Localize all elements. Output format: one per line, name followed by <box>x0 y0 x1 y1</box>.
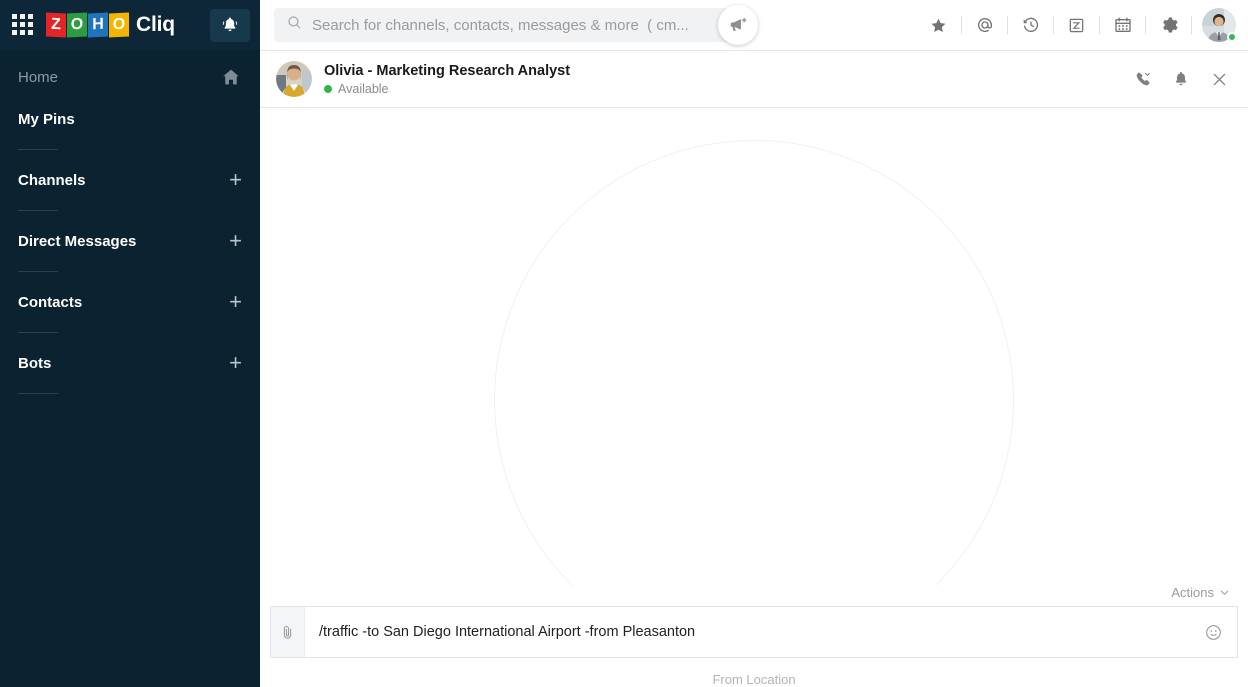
sidebar-item-home[interactable]: Home <box>0 56 260 98</box>
from-location-hint: From Location <box>712 672 796 687</box>
message-list <box>260 108 1248 585</box>
cliq-app-window: Z O H O Cliq Home My Pins Channels + Dir… <box>0 0 1248 687</box>
chat-header: Olivia - Marketing Research Analyst Avai… <box>260 50 1248 108</box>
sidebar-item-label: Home <box>18 68 59 86</box>
sidebar-item-label: Channels <box>18 171 86 189</box>
history-icon <box>1023 17 1038 32</box>
close-icon <box>1213 73 1225 85</box>
logo-tile-h: H <box>88 12 108 38</box>
app-name-label: Cliq <box>136 13 175 36</box>
megaphone-add-icon <box>730 17 747 31</box>
home-icon <box>223 69 239 85</box>
star-icon-button[interactable] <box>916 5 961 45</box>
sidebar-item-direct-messages[interactable]: Direct Messages + <box>0 220 260 262</box>
sidebar-item-label: My Pins <box>18 110 75 128</box>
contact-name: Olivia - Marketing Research Analyst <box>324 62 571 79</box>
mention-icon-button[interactable] <box>962 5 1007 45</box>
icon-separator <box>1191 16 1192 34</box>
mention-icon <box>977 18 992 32</box>
contact-info: Olivia - Marketing Research Analyst Avai… <box>324 63 570 96</box>
chat-header-actions <box>1128 64 1234 94</box>
sidebar-divider <box>18 149 58 150</box>
sidebar-item-label: Bots <box>18 354 52 372</box>
sidebar-item-label: Direct Messages <box>18 232 137 250</box>
status-label: Available <box>338 81 389 96</box>
main-panel: Olivia - Marketing Research Analyst Avai… <box>260 0 1248 687</box>
sidebar: Z O H O Cliq Home My Pins Channels + Dir… <box>0 0 260 687</box>
logo-tile-o1: O <box>67 12 87 38</box>
online-status-dot <box>1227 32 1237 42</box>
history-icon-button[interactable] <box>1008 5 1053 45</box>
add-direct-message-button[interactable]: + <box>229 230 242 252</box>
paperclip-icon <box>283 625 292 639</box>
contact-avatar[interactable] <box>276 61 312 97</box>
status-badge <box>324 84 332 93</box>
chat-notification-icon-button[interactable] <box>1166 64 1196 94</box>
emoji-picker-button[interactable] <box>1189 607 1237 657</box>
sidebar-item-my-pins[interactable]: My Pins <box>0 98 260 140</box>
chevron-down-icon <box>1220 590 1229 596</box>
sidebar-divider <box>18 332 58 333</box>
sidebar-item-contacts[interactable]: Contacts + <box>0 281 260 323</box>
background-watermark-circle <box>494 140 1014 585</box>
message-input[interactable] <box>305 607 1189 657</box>
composer-actions-row: Actions <box>260 585 1248 606</box>
call-icon <box>1136 72 1150 86</box>
notification-bell-button[interactable] <box>210 8 250 42</box>
message-input-container <box>270 606 1238 658</box>
notification-bell-icon <box>222 17 238 32</box>
search-area <box>274 5 774 45</box>
calendar-icon <box>1114 17 1131 32</box>
add-contact-button[interactable]: + <box>229 291 242 313</box>
close-chat-button[interactable] <box>1204 64 1234 94</box>
actions-label: Actions <box>1171 585 1214 600</box>
user-avatar[interactable] <box>1202 8 1237 42</box>
megaphone-add-button[interactable] <box>718 5 758 45</box>
sidebar-item-label: Contacts <box>18 293 83 311</box>
zoho-cliq-logo[interactable]: Z O H O Cliq <box>46 12 175 38</box>
sidebar-divider <box>18 210 58 211</box>
sidebar-nav: Home My Pins Channels + Direct Messages … <box>0 50 260 394</box>
apps-grid-icon[interactable] <box>12 14 34 36</box>
search-input[interactable] <box>274 8 734 42</box>
star-icon <box>931 18 946 32</box>
sidebar-item-channels[interactable]: Channels + <box>0 159 260 201</box>
zoho-note-icon-button[interactable] <box>1054 5 1099 45</box>
call-icon-button[interactable] <box>1128 64 1158 94</box>
attach-file-button[interactable] <box>271 607 305 657</box>
emoji-smiley-icon <box>1205 624 1221 640</box>
add-channel-button[interactable]: + <box>229 169 242 191</box>
logo-tile-o2: O <box>109 12 129 38</box>
sidebar-divider <box>18 271 58 272</box>
sidebar-divider <box>18 393 58 394</box>
sidebar-item-bots[interactable]: Bots + <box>0 342 260 384</box>
contact-status: Available <box>324 82 570 96</box>
add-bot-button[interactable]: + <box>229 352 242 374</box>
message-composer: Actions /traffic -to San Diego Internati… <box>260 585 1248 687</box>
actions-dropdown-button[interactable]: Actions <box>1171 585 1230 600</box>
gear-icon <box>1162 17 1178 33</box>
calendar-icon-button[interactable] <box>1100 5 1145 45</box>
gear-icon-button[interactable] <box>1146 5 1191 45</box>
logo-tile-z: Z <box>46 12 66 38</box>
top-bar <box>260 0 1248 50</box>
top-bar-icons <box>916 5 1237 45</box>
sidebar-header: Z O H O Cliq <box>0 0 260 50</box>
bell-icon <box>1175 71 1187 86</box>
zoho-note-icon <box>1069 18 1084 32</box>
